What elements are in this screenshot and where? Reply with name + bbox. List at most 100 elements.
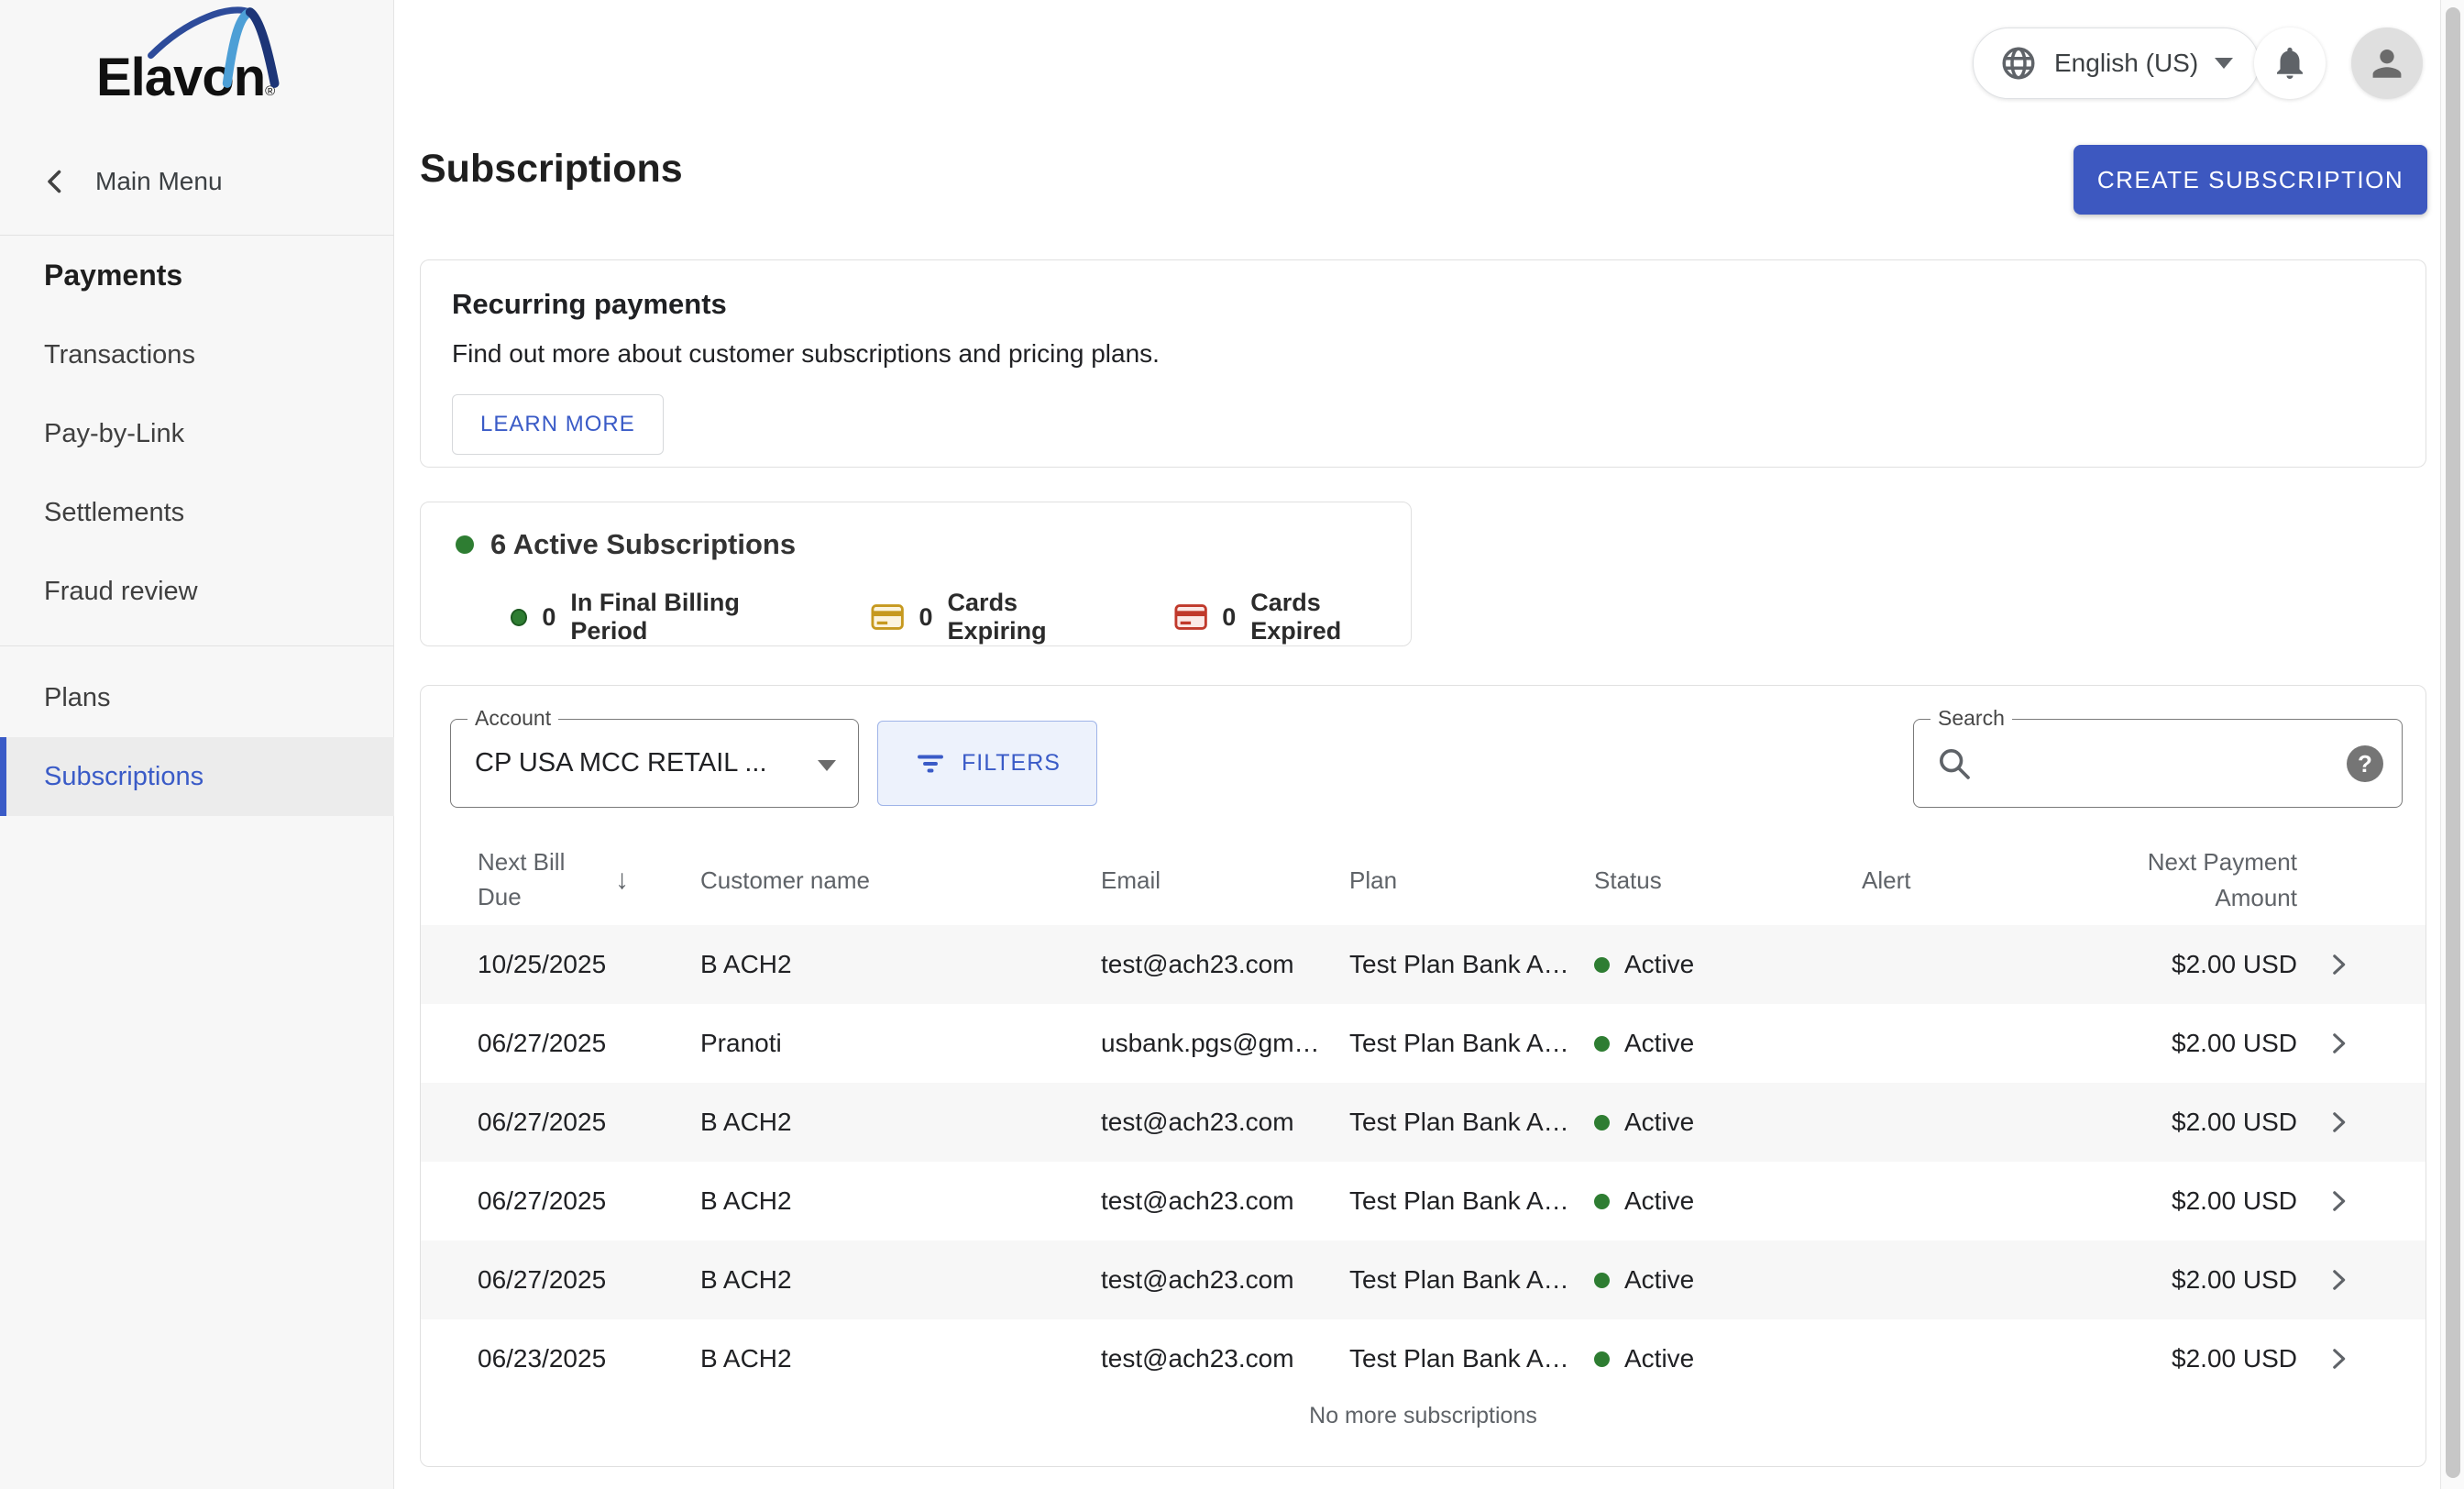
row-open-button[interactable] (2323, 949, 2354, 980)
cell-email: test@ach23.com (1101, 1108, 1349, 1137)
filters-button[interactable]: FILTERS (877, 721, 1097, 806)
column-next-bill-due: Next Bill Due (478, 845, 597, 914)
sidebar-divider (0, 645, 394, 646)
chevron-right-icon (2323, 1107, 2354, 1138)
cell-next-bill-due: 10/25/2025 (478, 950, 700, 979)
red-card-icon (1174, 602, 1207, 632)
create-subscription-button[interactable]: CREATE SUBSCRIPTION (2074, 145, 2427, 215)
cell-status: Active (1594, 1108, 1862, 1137)
chevron-right-icon (2323, 1264, 2354, 1296)
row-open-button[interactable] (2323, 1028, 2354, 1059)
column-next-payment-amount: Next Payment Amount (2137, 844, 2297, 916)
summary-label: Cards Expired (1250, 589, 1411, 645)
cell-plan: Test Plan Bank A… (1349, 1108, 1594, 1137)
cell-status: Active (1594, 1186, 1862, 1216)
vertical-scrollbar[interactable] (2440, 0, 2464, 1489)
table-row[interactable]: 06/27/2025 B ACH2 test@ach23.com Test Pl… (421, 1241, 2426, 1319)
sidebar-item-label: Transactions (44, 340, 195, 370)
sidebar-divider (0, 235, 394, 236)
amber-card-icon (871, 602, 904, 632)
cell-customer-name: B ACH2 (700, 1108, 1101, 1137)
promo-title: Recurring payments (452, 288, 2394, 321)
filters-button-label: FILTERS (962, 750, 1061, 777)
globe-icon (1999, 44, 2038, 83)
sidebar-item-transactions[interactable]: Transactions (0, 315, 394, 394)
cell-plan: Test Plan Bank A… (1349, 1344, 1594, 1373)
account-select-value: CP USA MCC RETAIL ... (475, 720, 767, 807)
cell-status: Active (1594, 1265, 1862, 1295)
table-row[interactable]: 06/27/2025 Pranoti usbank.pgs@gm… Test P… (421, 1004, 2426, 1083)
row-open-button[interactable] (2323, 1343, 2354, 1374)
cell-email: usbank.pgs@gm… (1101, 1029, 1349, 1058)
table-row[interactable]: 06/27/2025 B ACH2 test@ach23.com Test Pl… (421, 1162, 2426, 1241)
main-menu-label: Main Menu (95, 167, 223, 196)
sidebar-item-plans[interactable]: Plans (0, 658, 394, 737)
status-label: Active (1624, 950, 1694, 979)
cell-status: Active (1594, 1029, 1862, 1058)
chevron-right-icon (2323, 1028, 2354, 1059)
sidebar-item-label: Pay-by-Link (44, 419, 184, 449)
summary-cards-expired: 0 Cards Expired (1174, 589, 1411, 645)
summary-label: Cards Expiring (948, 589, 1116, 645)
row-open-button[interactable] (2323, 1186, 2354, 1217)
cell-customer-name: B ACH2 (700, 1265, 1101, 1295)
notifications-button[interactable] (2254, 28, 2326, 99)
scrollbar-thumb[interactable] (2446, 7, 2460, 1478)
cell-plan: Test Plan Bank A… (1349, 1186, 1594, 1216)
language-selector[interactable]: English (US) (1973, 28, 2260, 99)
sidebar-item-label: Fraud review (44, 577, 198, 607)
elavon-swoosh-icon (148, 0, 287, 90)
cell-email: test@ach23.com (1101, 1186, 1349, 1216)
main-menu-back[interactable]: Main Menu (0, 154, 394, 209)
search-input[interactable] (1987, 721, 2326, 806)
help-icon[interactable]: ? (2347, 745, 2383, 782)
status-label: Active (1624, 1344, 1694, 1373)
table-row[interactable]: 10/25/2025 B ACH2 test@ach23.com Test Pl… (421, 925, 2426, 1004)
sort-descending-icon[interactable]: ↓ (615, 865, 629, 896)
chevron-right-icon (2323, 1186, 2354, 1217)
cell-email: test@ach23.com (1101, 950, 1349, 979)
promo-body: Find out more about customer subscriptio… (452, 339, 2394, 369)
chevron-down-icon (818, 760, 836, 771)
column-alert: Alert (1862, 866, 2137, 895)
column-customer-name: Customer name (700, 866, 1101, 895)
table-row[interactable]: 06/23/2025 B ACH2 test@ach23.com Test Pl… (421, 1319, 2426, 1398)
bell-icon (2272, 45, 2308, 82)
language-label: English (US) (2054, 49, 2198, 78)
table-row[interactable]: 06/27/2025 B ACH2 test@ach23.com Test Pl… (421, 1083, 2426, 1162)
status-label: Active (1624, 1186, 1694, 1216)
sidebar-item-pay-by-link[interactable]: Pay-by-Link (0, 394, 394, 473)
cell-amount: $2.00 USD (2137, 1344, 2297, 1373)
subscriptions-table-card: Account CP USA MCC RETAIL ... FILTERS Se… (420, 685, 2426, 1467)
status-label: Active (1624, 1265, 1694, 1295)
cell-next-bill-due: 06/27/2025 (478, 1108, 700, 1137)
status-label: Active (1624, 1029, 1694, 1058)
sidebar-item-label: Plans (44, 683, 111, 713)
cell-plan: Test Plan Bank A… (1349, 950, 1594, 979)
cell-amount: $2.00 USD (2137, 1029, 2297, 1058)
sidebar-section-payments: Payments (44, 259, 182, 292)
row-open-button[interactable] (2323, 1107, 2354, 1138)
cell-next-bill-due: 06/27/2025 (478, 1186, 700, 1216)
green-status-dot (1594, 1351, 1610, 1367)
column-status: Status (1594, 866, 1862, 895)
sidebar-item-fraud-review[interactable]: Fraud review (0, 552, 394, 631)
green-status-dot (1594, 1273, 1610, 1288)
cell-next-bill-due: 06/27/2025 (478, 1265, 700, 1295)
chevron-right-icon (2323, 949, 2354, 980)
learn-more-button[interactable]: LEARN MORE (452, 394, 664, 455)
page-title: Subscriptions (420, 147, 683, 192)
table-body: 10/25/2025 B ACH2 test@ach23.com Test Pl… (421, 925, 2426, 1398)
user-avatar-button[interactable] (2351, 28, 2423, 99)
cell-plan: Test Plan Bank A… (1349, 1029, 1594, 1058)
summary-count: 0 (1222, 603, 1236, 632)
green-status-dot (1594, 1115, 1610, 1131)
cell-next-bill-due: 06/23/2025 (478, 1344, 700, 1373)
green-status-dot (1594, 1036, 1610, 1052)
row-open-button[interactable] (2323, 1264, 2354, 1296)
account-select[interactable]: Account CP USA MCC RETAIL ... (450, 719, 859, 808)
cell-next-bill-due: 06/27/2025 (478, 1029, 700, 1058)
cell-customer-name: B ACH2 (700, 950, 1101, 979)
sidebar-item-subscriptions[interactable]: Subscriptions (0, 737, 394, 816)
sidebar-item-settlements[interactable]: Settlements (0, 473, 394, 552)
